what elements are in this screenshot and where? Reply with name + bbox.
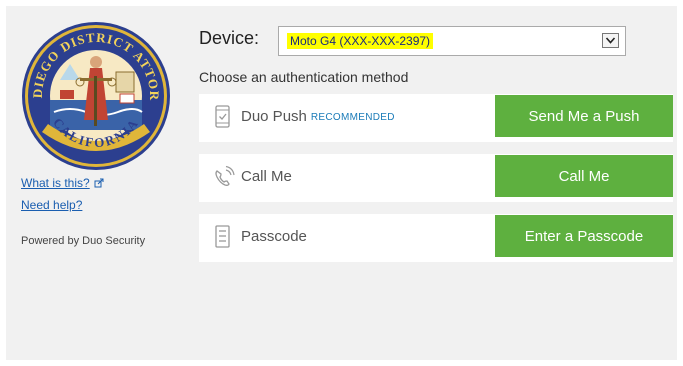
- need-help-link[interactable]: Need help?: [21, 198, 82, 212]
- auth-method-duo-push: Duo Push RECOMMENDED Send Me a Push: [199, 94, 673, 142]
- call-me-label: Call Me: [241, 168, 292, 185]
- auth-method-passcode: Passcode Enter a Passcode: [199, 214, 673, 262]
- device-select[interactable]: Moto G4 (XXX-XXX-2397): [278, 26, 626, 56]
- what-is-this-link[interactable]: What is this?: [21, 176, 104, 191]
- external-link-icon: [94, 177, 104, 191]
- district-attorney-seal-logo: SAN DIEGO DISTRICT ATTORNEY CALIFORNIA: [20, 20, 172, 172]
- auth-method-heading: Choose an authentication method: [199, 69, 409, 85]
- phone-call-icon: [213, 165, 235, 189]
- send-me-a-push-button[interactable]: Send Me a Push: [495, 95, 673, 137]
- device-selected-value: Moto G4 (XXX-XXX-2397): [287, 33, 434, 49]
- chevron-down-icon[interactable]: [602, 33, 619, 48]
- duo-push-label-text: Duo Push: [241, 108, 307, 125]
- device-label: Device:: [199, 28, 260, 48]
- what-is-this-label: What is this?: [21, 176, 90, 190]
- phone-check-icon: [213, 105, 233, 129]
- auth-method-call-me: Call Me Call Me: [199, 154, 673, 202]
- passcode-label: Passcode: [241, 228, 307, 245]
- powered-by-text: Powered by Duo Security: [21, 235, 146, 247]
- duo-push-label: Duo Push RECOMMENDED: [241, 108, 395, 125]
- recommended-badge: RECOMMENDED: [310, 112, 395, 123]
- enter-a-passcode-button[interactable]: Enter a Passcode: [495, 215, 673, 257]
- duo-prompt-frame: SAN DIEGO DISTRICT ATTORNEY CALIFORNIA: [6, 6, 677, 360]
- call-me-button[interactable]: Call Me: [495, 155, 673, 197]
- passcode-icon: [213, 225, 233, 249]
